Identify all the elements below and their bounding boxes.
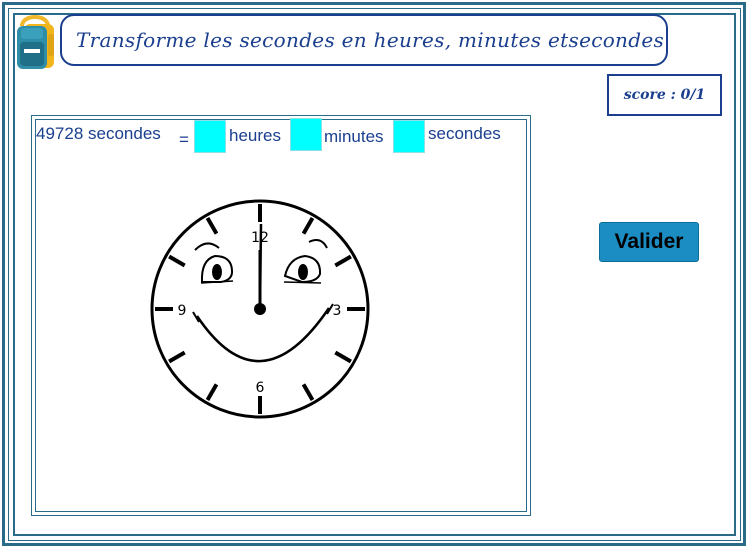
- question-equals-sign: =: [179, 130, 189, 149]
- title-banner: Transforme les secondes en heures, minut…: [60, 14, 668, 66]
- smiling-clock-illustration: 12 3 6 9: [137, 190, 383, 432]
- minutes-answer-input[interactable]: [290, 118, 322, 151]
- seconds-label: secondes: [428, 124, 501, 143]
- hours-label: heures: [229, 126, 281, 145]
- score-badge: score : 0/1: [607, 74, 722, 116]
- minutes-label: minutes: [324, 127, 384, 146]
- clock-numeral-3: 3: [333, 303, 342, 319]
- hours-answer-input[interactable]: [194, 120, 226, 153]
- question-seconds-prefix: 49728 secondes: [36, 124, 161, 143]
- school-backpack-icon: [14, 12, 58, 70]
- page-title: Transforme les secondes en heures, minut…: [76, 28, 665, 52]
- score-label: score : 0/1: [623, 87, 706, 103]
- clock-numeral-9: 9: [178, 303, 187, 319]
- validate-button[interactable]: Valider: [599, 222, 699, 262]
- clock-center-pin: [254, 303, 266, 315]
- validate-button-label: Valider: [614, 230, 684, 253]
- clock-numeral-6: 6: [256, 380, 265, 396]
- seconds-answer-input[interactable]: [393, 120, 425, 153]
